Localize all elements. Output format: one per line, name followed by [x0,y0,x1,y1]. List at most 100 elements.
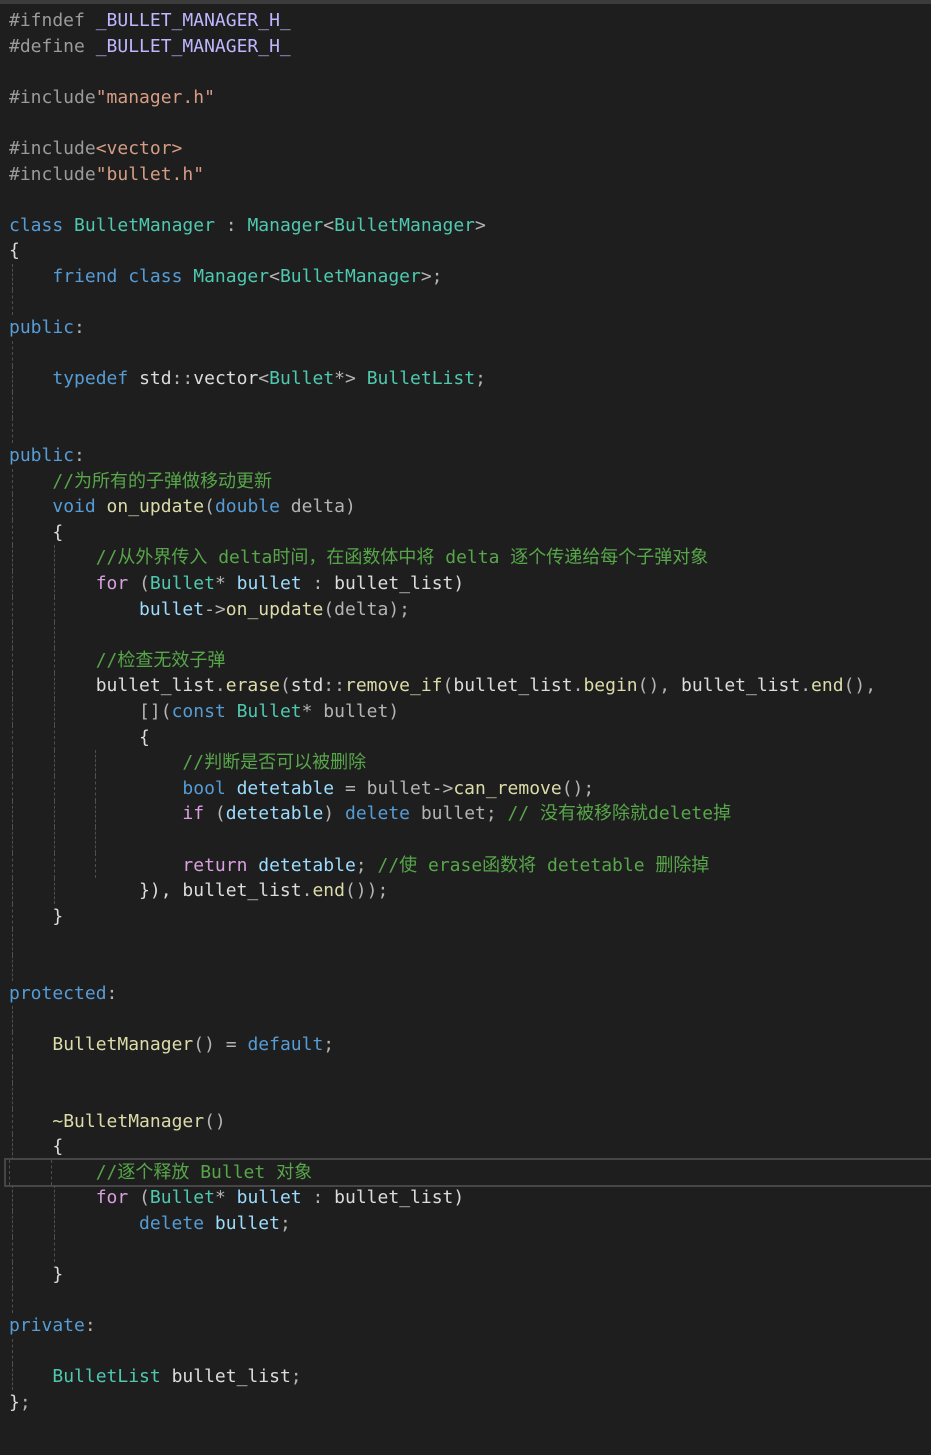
code-line[interactable]: bullet->on_update(delta); [9,596,931,623]
code-line[interactable] [9,110,931,136]
code-token: ( [204,496,215,518]
code-token: BulletManager [334,214,476,236]
code-line[interactable] [9,1338,931,1365]
code-line[interactable]: bool detetable = bullet->can_remove(); [9,775,931,802]
code-line[interactable] [9,289,931,316]
code-token: } [9,1392,20,1414]
code-token: #include [9,163,96,185]
code-line[interactable]: private: [9,1313,931,1339]
code-line[interactable]: }), bullet_list.end()); [9,878,931,904]
code-line[interactable]: #include"bullet.h" [9,162,931,188]
code-token: "bullet.h" [95,163,205,185]
code-line[interactable]: return detetable; //使 erase函数将 detetable… [9,852,931,879]
code-token: public [9,445,75,467]
code-line[interactable] [9,929,931,955]
code-line[interactable]: //判断是否可以被删除 [9,750,931,776]
code-line[interactable] [9,391,931,418]
code-line[interactable]: [](const Bullet* bullet) [9,699,931,725]
code-line[interactable]: //为所有的子弹做移动更新 [9,468,931,495]
code-token: begin [583,675,638,697]
code-line[interactable]: } [9,903,931,930]
code-line[interactable]: class BulletManager : Manager<BulletMana… [9,213,931,239]
code-line[interactable]: ~BulletManager() [9,1108,931,1135]
code-token: } [9,1264,64,1286]
code-line[interactable] [9,1057,931,1083]
code-line[interactable]: { [9,238,931,264]
code-line[interactable]: #include<vector> [9,136,931,162]
code-line[interactable]: } [9,1262,931,1288]
code-token: { [9,521,64,543]
code-token: *> [334,368,367,390]
code-token: ( [442,675,454,697]
code-line[interactable] [9,1082,931,1109]
indent-guide [53,1185,55,1211]
indent-guide [12,1338,13,1365]
code-line[interactable]: //检查无效子弹 [9,647,931,674]
code-line[interactable]: delete bullet; [9,1210,931,1237]
code-token: BulletList [366,368,476,390]
indent-guide [12,519,13,546]
code-token: ; [355,854,378,876]
code-token: friend class [52,265,194,287]
code-line[interactable] [9,622,931,648]
code-token: bullet [139,598,205,620]
code-token: _BULLET_MANAGER_H_ [95,35,291,57]
code-line[interactable]: { [9,724,931,751]
code-line[interactable] [9,1006,931,1032]
code-line[interactable]: protected: [9,981,931,1007]
code-token: . [214,675,226,697]
indent-guide [12,1134,13,1160]
code-line[interactable] [9,827,931,853]
code-token: _BULLET_MANAGER_H_ [95,10,291,31]
code-token: #include [9,86,96,108]
code-line[interactable]: public: [9,315,931,341]
code-line[interactable]: for (Bullet* bullet : bullet_list) [9,571,931,597]
indent-guide [12,1262,13,1288]
code-token: erase [225,675,280,697]
code-token: can_remove [453,777,562,799]
code-token: Bullet [149,1187,215,1209]
code-area[interactable]: #ifndef _BULLET_MANAGER_H_ #define _BULLE… [4,8,931,1416]
code-line[interactable]: bullet_list.erase(std::remove_if(bullet_… [9,673,931,700]
code-line[interactable]: public: [9,443,931,469]
code-line[interactable]: BulletList bullet_list; [9,1364,931,1391]
code-line[interactable] [9,59,931,85]
code-line[interactable] [9,340,931,367]
code-token: "manager.h" [95,86,215,108]
code-line[interactable]: #ifndef _BULLET_MANAGER_H_ [9,8,931,34]
code-line[interactable]: if (detetable) delete bullet; // 没有被移除就d… [9,801,931,827]
code-line[interactable] [9,1236,931,1263]
code-editor[interactable]: #ifndef _BULLET_MANAGER_H_ #define _BULLE… [0,0,931,1455]
code-line[interactable]: friend class Manager<BulletManager>; [9,263,931,290]
code-line[interactable]: //从外界传入 delta时间，在函数体中将 delta 逐个传递给每个子弹对象 [9,545,931,572]
code-line[interactable]: { [9,519,931,546]
code-line[interactable]: BulletManager() = default; [9,1031,931,1058]
code-line[interactable] [9,1287,931,1314]
code-line[interactable] [9,954,931,981]
indent-guide [12,571,13,597]
code-token: () [204,1110,226,1132]
code-token: class [9,214,75,236]
code-line[interactable] [9,187,931,213]
code-token: typedef [52,368,140,390]
indent-guide [53,673,55,700]
indent-guide [12,1031,13,1058]
indent-guide [12,1057,13,1083]
code-line[interactable]: typedef std::vector<Bullet*> BulletList; [9,366,931,392]
code-line[interactable] [9,417,931,444]
indent-guide [12,1236,13,1263]
code-token: * bullet) [301,701,400,723]
code-line[interactable]: }; [9,1390,931,1416]
code-line[interactable]: for (Bullet* bullet : bullet_list) [9,1185,931,1211]
indent-guide [12,903,13,930]
indent-guide [12,1364,13,1391]
current-code-line[interactable]: //逐个释放 Bullet 对象 [4,1157,931,1188]
code-line[interactable]: #include"manager.h" [9,85,931,111]
code-token: bullet_list [9,675,215,697]
code-line[interactable]: void on_update(double delta) [9,494,931,520]
code-line[interactable]: { [9,1134,931,1160]
code-token: { [9,726,150,748]
code-line[interactable]: #define _BULLET_MANAGER_H_ [9,34,931,60]
